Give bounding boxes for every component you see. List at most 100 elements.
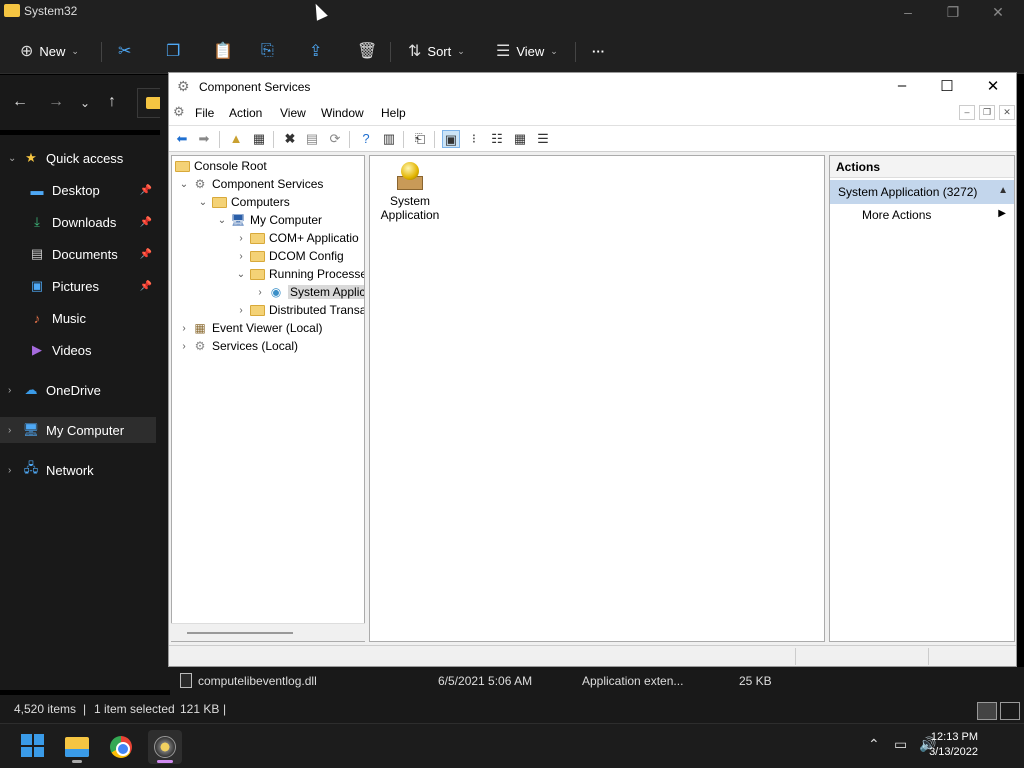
- taskbar-chrome[interactable]: [104, 730, 138, 764]
- console-gears-icon[interactable]: ⚙: [173, 104, 185, 120]
- chevron-right-icon[interactable]: ›: [233, 233, 249, 244]
- sidebar-item-videos[interactable]: ▶ Videos: [0, 337, 156, 363]
- forward-arrow-icon[interactable]: →: [48, 93, 64, 111]
- large-icons-view-icon[interactable]: ▣: [442, 130, 460, 148]
- tree-node-console-root[interactable]: Console Root: [174, 157, 267, 175]
- network-status-icon[interactable]: ▭: [894, 736, 907, 753]
- status-view-icon[interactable]: ☰: [534, 130, 552, 148]
- sidebar-item-desktop[interactable]: ▬ Desktop 📌: [0, 177, 156, 203]
- scrollbar-thumb[interactable]: [187, 632, 293, 634]
- up-folder-icon[interactable]: ▲: [227, 130, 245, 148]
- list-view-icon[interactable]: ☷: [488, 130, 506, 148]
- tree-node-com-applications[interactable]: › COM+ Applicatio: [233, 229, 358, 247]
- forward-arrow-icon[interactable]: ➡: [195, 130, 213, 148]
- rename-icon: ⎘: [261, 42, 274, 59]
- chevron-right-icon[interactable]: ›: [233, 305, 249, 316]
- sidebar-item-my-computer[interactable]: › 🖥 My Computer: [0, 417, 156, 443]
- pin-icon[interactable]: 📌: [140, 249, 152, 260]
- sidebar-item-documents[interactable]: ▤ Documents 📌: [0, 241, 156, 267]
- menu-file[interactable]: File: [195, 106, 214, 120]
- tree-node-event-viewer[interactable]: › ▦ Event Viewer (Local): [176, 319, 322, 337]
- tiles-view-button[interactable]: [1000, 702, 1020, 720]
- start-button[interactable]: [21, 734, 44, 757]
- chevron-up-icon[interactable]: ⌃: [868, 736, 880, 753]
- tree-node-computers[interactable]: ⌄ Computers: [195, 193, 290, 211]
- chevron-down-icon[interactable]: ⌄: [8, 153, 22, 164]
- file-row[interactable]: computelibeventlog.dll 6/5/2021 5:06 AM …: [170, 667, 1024, 695]
- system-application-item[interactable]: System Application: [372, 162, 448, 222]
- back-arrow-icon[interactable]: ←: [12, 93, 28, 111]
- delete-button[interactable]: 🗑: [357, 38, 377, 64]
- export-list-icon[interactable]: ⎗: [411, 130, 429, 148]
- recent-chevron-icon[interactable]: ⌄: [80, 96, 90, 110]
- paste-button[interactable]: 📋: [213, 38, 233, 64]
- share-button[interactable]: ⇪: [309, 38, 322, 64]
- more-actions-item[interactable]: More Actions: [862, 208, 931, 222]
- chevron-right-icon[interactable]: ›: [233, 251, 249, 262]
- pin-icon[interactable]: 📌: [140, 185, 152, 196]
- actions-section-header[interactable]: System Application (3272) ▲: [830, 180, 1014, 204]
- sidebar-item-pictures[interactable]: ▣ Pictures 📌: [0, 273, 156, 299]
- tree-node-my-computer[interactable]: ⌄ 🖥 My Computer: [214, 211, 322, 229]
- sidebar-item-network[interactable]: › 🖧 Network: [0, 457, 156, 483]
- child-minimize-icon[interactable]: –: [959, 105, 975, 120]
- chevron-right-icon[interactable]: ›: [252, 287, 268, 298]
- show-hide-tree-icon[interactable]: ▦: [250, 130, 268, 148]
- tree-node-distributed-transaction[interactable]: › Distributed Transa: [233, 301, 364, 319]
- restore-icon[interactable]: ❐: [938, 4, 968, 21]
- chevron-right-icon[interactable]: ›: [8, 385, 22, 396]
- chevron-right-icon[interactable]: ›: [8, 465, 22, 476]
- taskbar-component-services[interactable]: [148, 730, 182, 764]
- menu-help[interactable]: Help: [381, 106, 406, 120]
- properties-icon[interactable]: ▤: [303, 130, 321, 148]
- tree-horizontal-scrollbar[interactable]: [171, 623, 365, 641]
- sidebar-item-quick-access[interactable]: ⌄ ★ Quick access: [0, 145, 156, 171]
- chevron-right-icon[interactable]: ›: [176, 341, 192, 352]
- details-view-button[interactable]: [977, 702, 997, 720]
- tree-node-component-services[interactable]: ⌄ ⚙ Component Services: [176, 175, 324, 193]
- maximize-icon[interactable]: ☐: [932, 77, 962, 95]
- pin-icon[interactable]: 📌: [140, 281, 152, 292]
- tree-node-services[interactable]: › ⚙ Services (Local): [176, 337, 298, 355]
- show-action-pane-icon[interactable]: ▥: [380, 130, 398, 148]
- more-options-button[interactable]: ···: [592, 38, 605, 64]
- back-arrow-icon[interactable]: ⬅: [173, 130, 191, 148]
- minimize-icon[interactable]: –: [893, 4, 923, 20]
- clock[interactable]: 12:13 PM 3/13/2022: [929, 730, 978, 760]
- chevron-down-icon[interactable]: ⌄: [176, 179, 192, 190]
- child-restore-icon[interactable]: ❐: [979, 105, 995, 120]
- pin-icon[interactable]: 📌: [140, 217, 152, 228]
- sidebar-item-music[interactable]: ♪ Music: [0, 305, 156, 331]
- chevron-right-icon[interactable]: ›: [8, 425, 22, 436]
- minimize-icon[interactable]: –: [887, 77, 917, 94]
- close-icon[interactable]: ✕: [983, 4, 1013, 21]
- tree-node-system-application[interactable]: › ◉ System Applic: [252, 283, 364, 301]
- copy-button[interactable]: ❐: [166, 38, 180, 64]
- small-icons-view-icon[interactable]: ⁝: [465, 130, 483, 148]
- menu-action[interactable]: Action: [229, 106, 262, 120]
- up-arrow-icon[interactable]: ↑: [108, 93, 116, 111]
- chevron-down-icon[interactable]: ⌄: [214, 215, 230, 226]
- sidebar-item-downloads[interactable]: ⤓ Downloads 📌: [0, 209, 156, 235]
- tree-node-dcom-config[interactable]: › DCOM Config: [233, 247, 343, 265]
- detail-view-icon[interactable]: ▦: [511, 130, 529, 148]
- delete-icon[interactable]: ✖: [281, 130, 299, 148]
- cut-button[interactable]: ✂: [118, 38, 131, 64]
- collapse-up-icon[interactable]: ▲: [998, 185, 1008, 196]
- child-close-icon[interactable]: ✕: [999, 105, 1015, 120]
- sidebar-item-onedrive[interactable]: › ☁ OneDrive: [0, 377, 156, 403]
- sort-button[interactable]: ⇅ Sort ⌄: [408, 38, 465, 64]
- refresh-icon[interactable]: ⟳: [326, 130, 344, 148]
- view-button[interactable]: ☰ View ⌄: [496, 38, 558, 64]
- rename-button[interactable]: ⎘: [261, 38, 274, 64]
- tree-node-running-processes[interactable]: ⌄ Running Processe: [233, 265, 364, 283]
- chevron-right-icon[interactable]: ›: [176, 323, 192, 334]
- taskbar-file-explorer[interactable]: [60, 730, 94, 764]
- close-icon[interactable]: ✕: [978, 77, 1008, 95]
- menu-window[interactable]: Window: [321, 106, 364, 120]
- chevron-down-icon[interactable]: ⌄: [195, 197, 211, 208]
- new-button[interactable]: ⊕ New ⌄: [20, 38, 79, 64]
- help-icon[interactable]: ?: [357, 130, 375, 148]
- menu-view[interactable]: View: [280, 106, 306, 120]
- chevron-down-icon[interactable]: ⌄: [233, 269, 249, 280]
